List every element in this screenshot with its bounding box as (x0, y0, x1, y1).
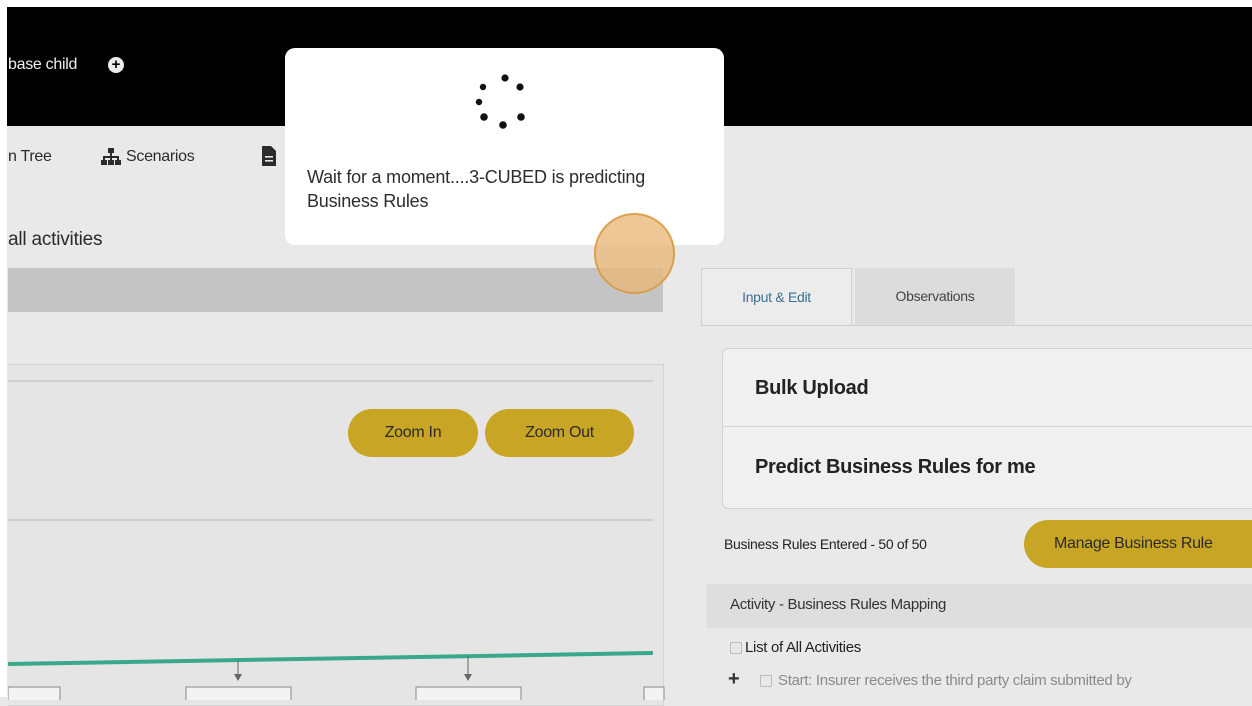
list-all-activities-label: List of All Activities (745, 639, 861, 656)
zoom-in-button[interactable]: Zoom In (348, 409, 478, 457)
document-icon[interactable] (262, 146, 276, 166)
nav-scenarios[interactable]: Scenarios (126, 148, 195, 166)
manage-business-rules-button[interactable]: Manage Business Rule (1024, 520, 1252, 568)
sitemap-icon (101, 148, 121, 165)
arrow-down-icon (464, 674, 472, 681)
tab-bar: Input & Edit Observations (700, 268, 1252, 326)
canvas-divider (8, 519, 653, 521)
mapping-title: Activity - Business Rules Mapping (730, 596, 947, 613)
tree-node (8, 686, 61, 700)
canvas-divider (8, 380, 653, 382)
list-all-checkbox[interactable] (730, 642, 742, 654)
loading-message: Wait for a moment....3-CUBED is predicti… (307, 167, 646, 211)
tab-input-edit[interactable]: Input & Edit (701, 268, 852, 326)
breadcrumb[interactable]: base child (8, 56, 77, 74)
tab-underline (700, 325, 1252, 326)
tab-observations[interactable]: Observations (855, 268, 1015, 325)
loading-spinner-icon (475, 74, 525, 129)
activity-item-start[interactable]: Start: Insurer receives the third party … (778, 672, 1132, 689)
tree-connector-line (8, 651, 654, 666)
zoom-out-button[interactable]: Zoom Out (485, 409, 634, 457)
predict-business-rules-option[interactable]: Predict Business Rules for me (723, 428, 1252, 506)
left-pane-header-bar (8, 268, 663, 312)
section-title: all activities (8, 229, 103, 250)
activity-checkbox[interactable] (760, 675, 772, 687)
nav-decision-tree[interactable]: n Tree (8, 148, 52, 166)
tree-node (185, 686, 292, 700)
plus-circle-icon[interactable]: + (108, 57, 124, 73)
click-indicator (594, 213, 675, 294)
bulk-upload-option[interactable]: Bulk Upload (723, 349, 1252, 427)
tree-node (415, 686, 522, 700)
top-frame-border (0, 0, 1252, 7)
tree-node (643, 686, 665, 700)
arrow-down-icon (234, 674, 242, 681)
expand-icon[interactable]: + (728, 668, 740, 691)
actions-panel: Bulk Upload Predict Business Rules for m… (722, 348, 1252, 509)
process-tree-diagram[interactable] (8, 640, 668, 700)
business-rules-count: Business Rules Entered - 50 of 50 (724, 536, 927, 552)
left-frame-border (0, 0, 7, 697)
